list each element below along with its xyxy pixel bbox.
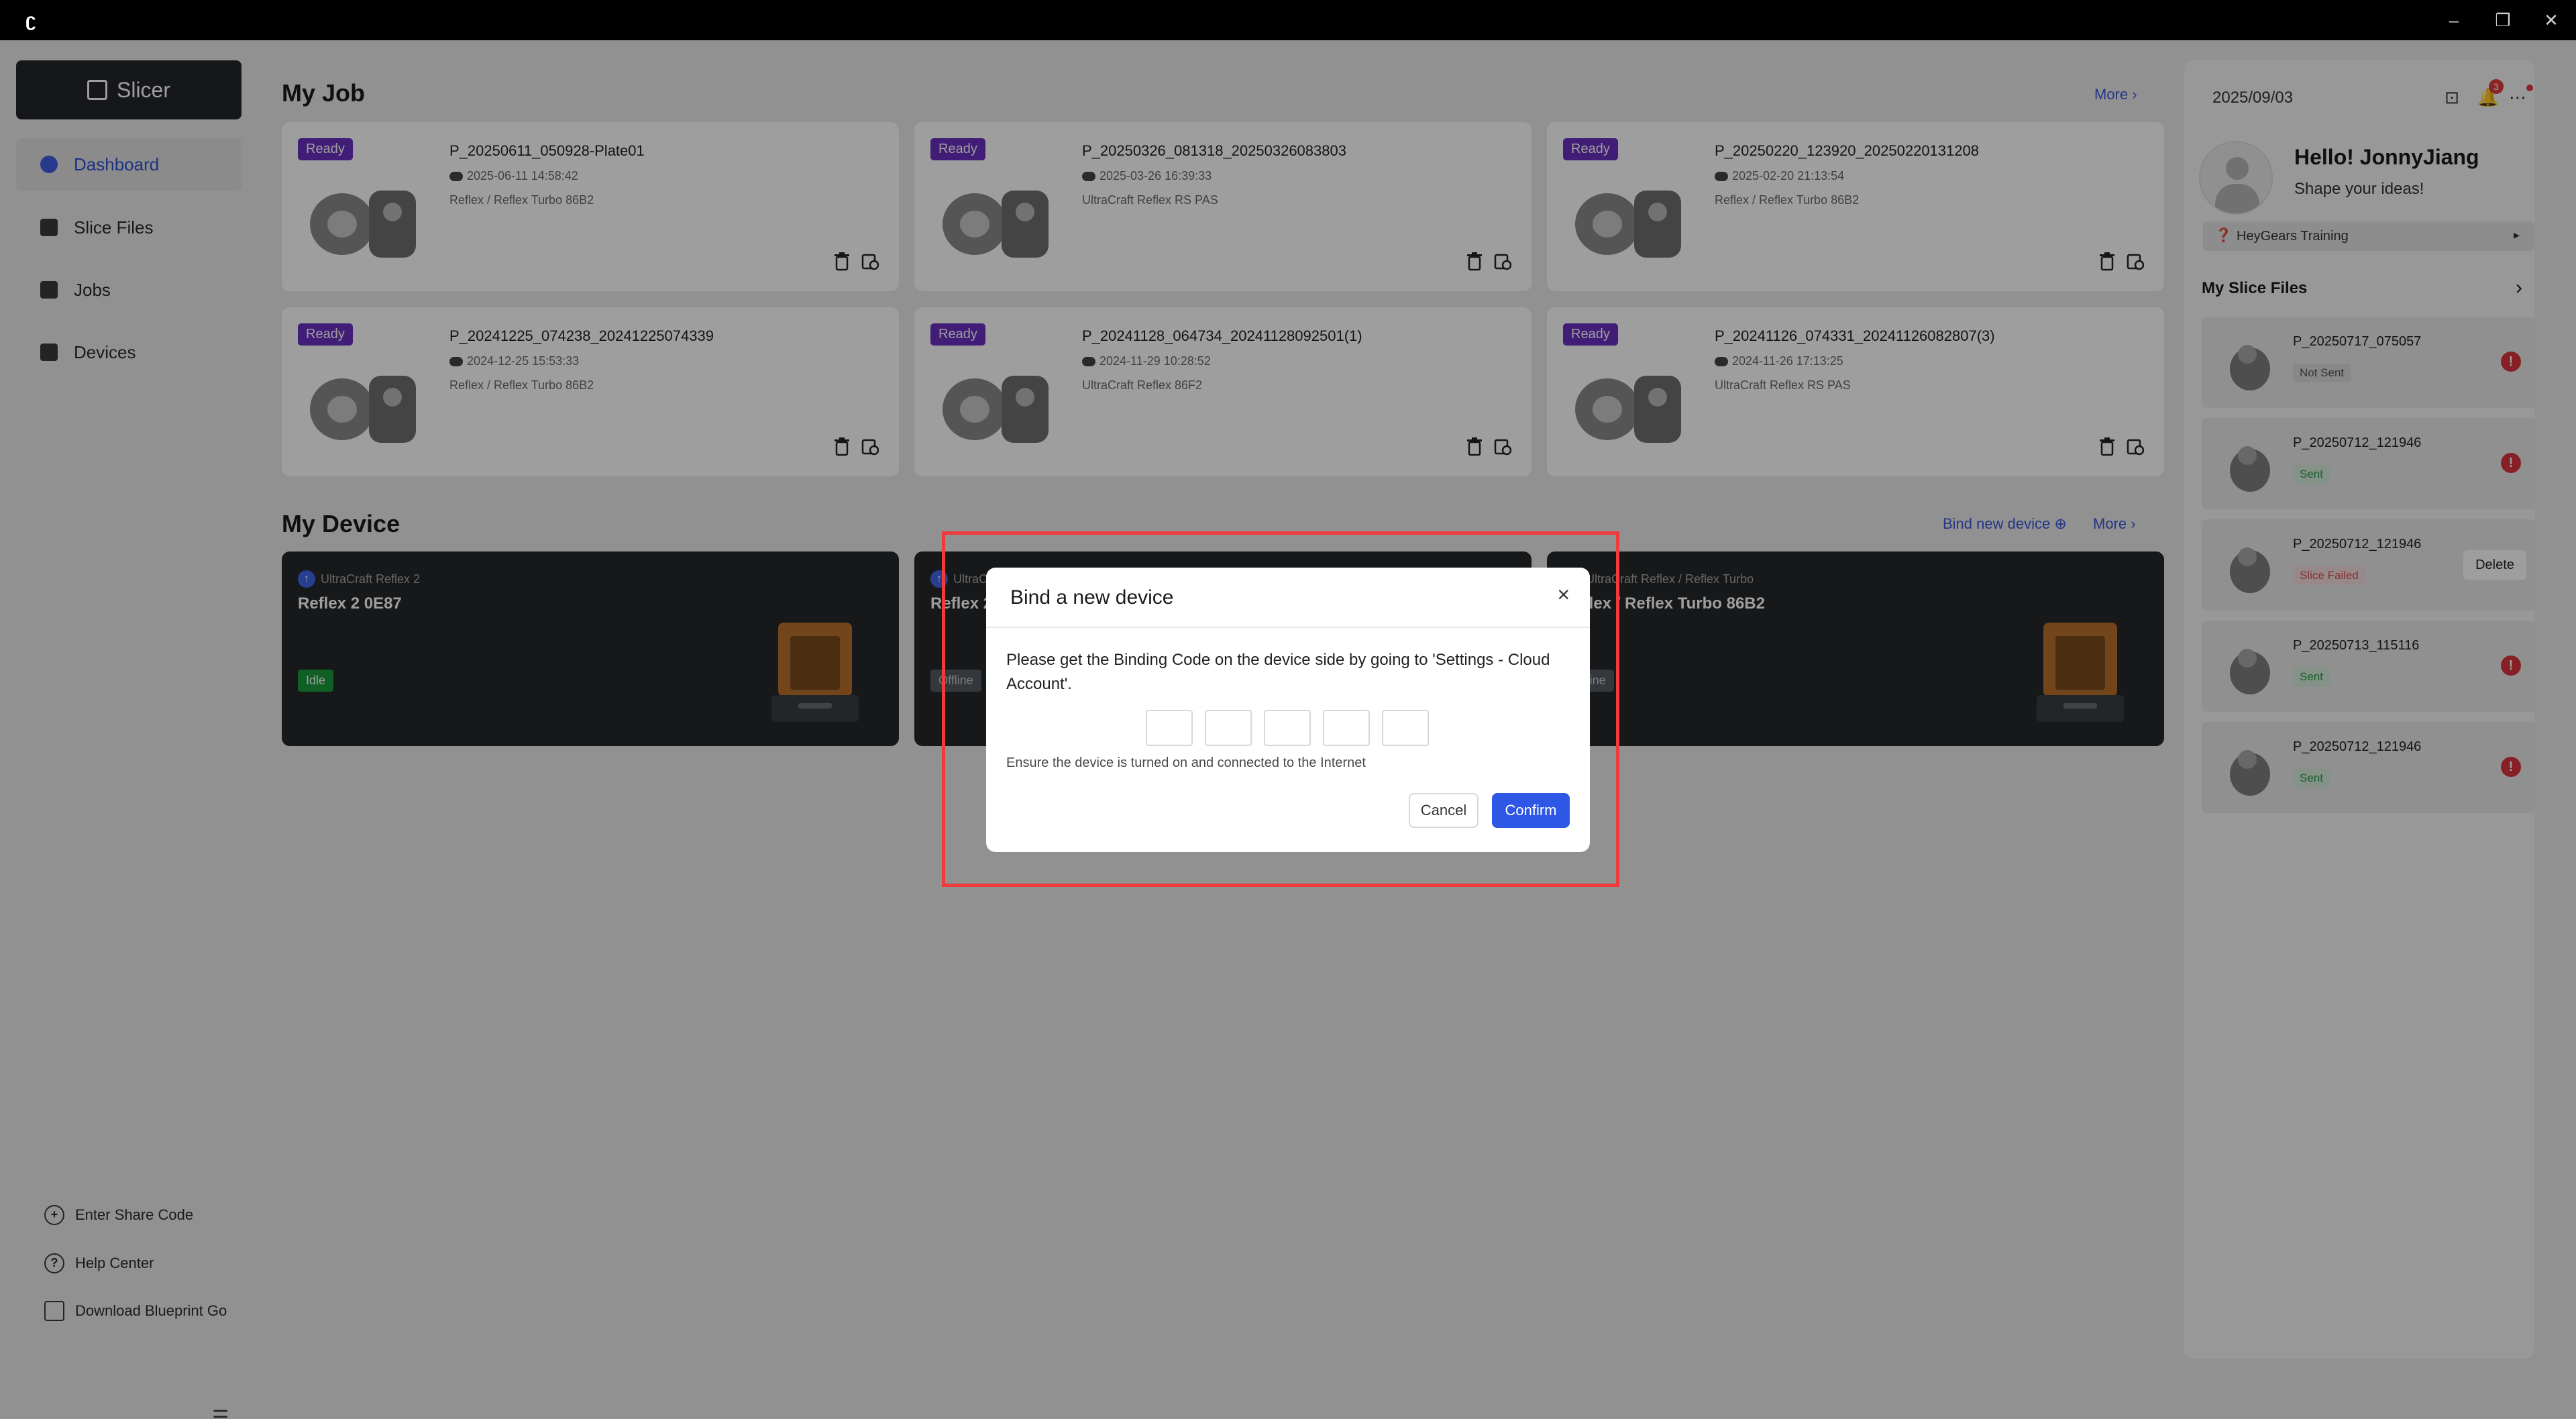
binding-code-input-3[interactable] — [1264, 710, 1311, 746]
close-icon[interactable]: × — [1557, 582, 1570, 607]
binding-code-input-5[interactable] — [1382, 710, 1429, 746]
confirm-button[interactable]: Confirm — [1492, 793, 1570, 828]
dialog-title: Bind a new device — [1010, 586, 1174, 609]
cancel-button[interactable]: Cancel — [1409, 793, 1479, 828]
title-bar: ʗ – ❐ ✕ — [0, 0, 2576, 40]
app-logo-icon: ʗ — [25, 9, 36, 30]
binding-code-inputs — [1146, 710, 1429, 746]
restore-icon[interactable]: ❐ — [2486, 7, 2520, 34]
dialog-description: Please get the Binding Code on the devic… — [1006, 651, 1550, 693]
divider — [986, 627, 1590, 628]
bind-device-dialog: Bind a new device × Please get the Bindi… — [986, 568, 1590, 852]
dialog-hint: Ensure the device is turned on and conne… — [1006, 755, 1366, 770]
minimize-icon[interactable]: – — [2437, 7, 2471, 34]
binding-code-input-1[interactable] — [1146, 710, 1193, 746]
binding-code-input-4[interactable] — [1323, 710, 1370, 746]
binding-code-input-2[interactable] — [1205, 710, 1252, 746]
close-icon[interactable]: ✕ — [2534, 7, 2568, 34]
